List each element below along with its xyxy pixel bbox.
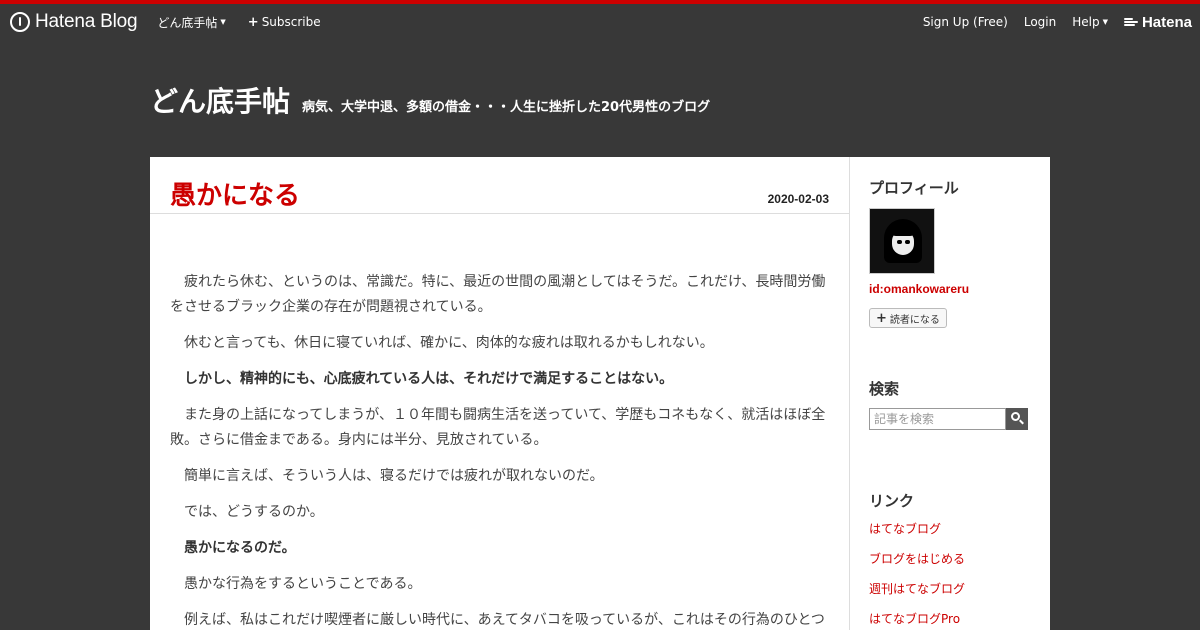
blog-menu-dropdown[interactable]: どん底手帖 ▼ bbox=[157, 14, 225, 31]
sidebar: プロフィール id:omankowareru + 読者になる 検索 リンク はて… bbox=[850, 157, 1050, 630]
hatena-logo-text: Hatena bbox=[1141, 13, 1192, 31]
blog-menu-label: どん底手帖 bbox=[157, 15, 218, 30]
sidebar-link[interactable]: 週刊はてなブログ bbox=[869, 580, 1031, 610]
search-form bbox=[869, 408, 1031, 430]
blog-title[interactable]: どん底手帖 bbox=[150, 80, 290, 120]
help-label: Help bbox=[1072, 15, 1100, 29]
entry-paragraph: また身の上話になってしまうが、１０年間も闘病生活を送っていて、学歴もコネもなく、… bbox=[170, 407, 826, 448]
entry-paragraph: 例えば、私はこれだけ喫煙者に厳しい時代に、あえてタバコを吸っているが、これはその… bbox=[184, 612, 825, 628]
sidebar-link[interactable]: はてなブログ bbox=[869, 520, 1031, 550]
signup-link[interactable]: Sign Up (Free) bbox=[923, 15, 1008, 29]
blog-description: 病気、大学中退、多額の借金・・・人生に挫折した20代男性のブログ bbox=[302, 100, 711, 115]
caret-down-icon: ▼ bbox=[220, 18, 226, 26]
subscribe-reader-label: 読者になる bbox=[889, 314, 940, 326]
hatena-blog-logo[interactable]: Hatena Blog bbox=[10, 11, 138, 33]
search-heading: 検索 bbox=[869, 380, 900, 398]
global-header: Hatena Blog どん底手帖 ▼ + Subscribe Sign Up … bbox=[0, 4, 1200, 40]
entry-paragraph: 愚かな行為をするということである。 bbox=[184, 576, 422, 592]
login-link[interactable]: Login bbox=[1024, 15, 1056, 29]
subscribe-label: Subscribe bbox=[261, 15, 321, 29]
hatena-blog-logo-text: Hatena Blog bbox=[35, 11, 138, 32]
link-list: はてなブログ ブログをはじめる 週刊はてなブログ はてなブログPro bbox=[869, 520, 1031, 630]
plus-icon: + bbox=[876, 310, 887, 326]
plus-icon: + bbox=[247, 14, 259, 30]
caret-down-icon: ▼ bbox=[1102, 18, 1108, 26]
profile-heading: プロフィール bbox=[869, 179, 959, 197]
search-button[interactable] bbox=[1006, 408, 1028, 430]
hatena-mark-icon bbox=[1123, 17, 1138, 27]
entry-title[interactable]: 愚かになる bbox=[170, 175, 300, 212]
hatena-blog-logo-icon bbox=[10, 12, 30, 32]
hatena-logo[interactable]: Hatena bbox=[1123, 13, 1192, 31]
help-dropdown[interactable]: Help ▼ bbox=[1072, 15, 1108, 29]
entry-paragraph: 休むと言っても、休日に寝ていれば、確かに、肉体的な疲れは取れるかもしれない。 bbox=[184, 335, 714, 351]
sidebar-link[interactable]: ブログをはじめる bbox=[869, 550, 1031, 580]
entry-paragraph-strong: しかし、精神的にも、心底疲れている人は、それだけで満足することはない。 bbox=[184, 371, 674, 387]
links-heading: リンク bbox=[869, 492, 915, 510]
entry-paragraph: では、どうするのか。 bbox=[184, 504, 324, 520]
blog-title-area: どん底手帖 病気、大学中退、多額の借金・・・人生に挫折した20代男性のブログ bbox=[150, 80, 710, 120]
subscribe-reader-button[interactable]: + 読者になる bbox=[869, 308, 947, 328]
avatar[interactable] bbox=[869, 208, 935, 274]
entry-body: 疲れたら休む、というのは、常識だ。特に、最近の世間の風潮としてはそうだ。これだけ… bbox=[150, 214, 849, 630]
entry-header: 愚かになる 2020-02-03 bbox=[150, 157, 849, 214]
subscribe-link[interactable]: + Subscribe bbox=[248, 15, 321, 30]
entry-paragraph-strong: 愚かになるのだ。 bbox=[184, 540, 296, 556]
entry-date[interactable]: 2020-02-03 bbox=[768, 192, 829, 206]
profile-id-link[interactable]: id:omankowareru bbox=[869, 282, 1031, 296]
entry-paragraph: 簡単に言えば、そういう人は、寝るだけでは疲れが取れないのだ。 bbox=[184, 468, 604, 484]
entry-paragraph: 疲れたら休む、というのは、常識だ。特に、最近の世間の風潮としてはそうだ。これだけ… bbox=[170, 274, 826, 315]
entry-content: 愚かになる 2020-02-03 疲れたら休む、というのは、常識だ。特に、最近の… bbox=[150, 157, 850, 630]
search-input[interactable] bbox=[869, 408, 1006, 430]
sidebar-link[interactable]: はてなブログPro bbox=[869, 610, 1031, 630]
